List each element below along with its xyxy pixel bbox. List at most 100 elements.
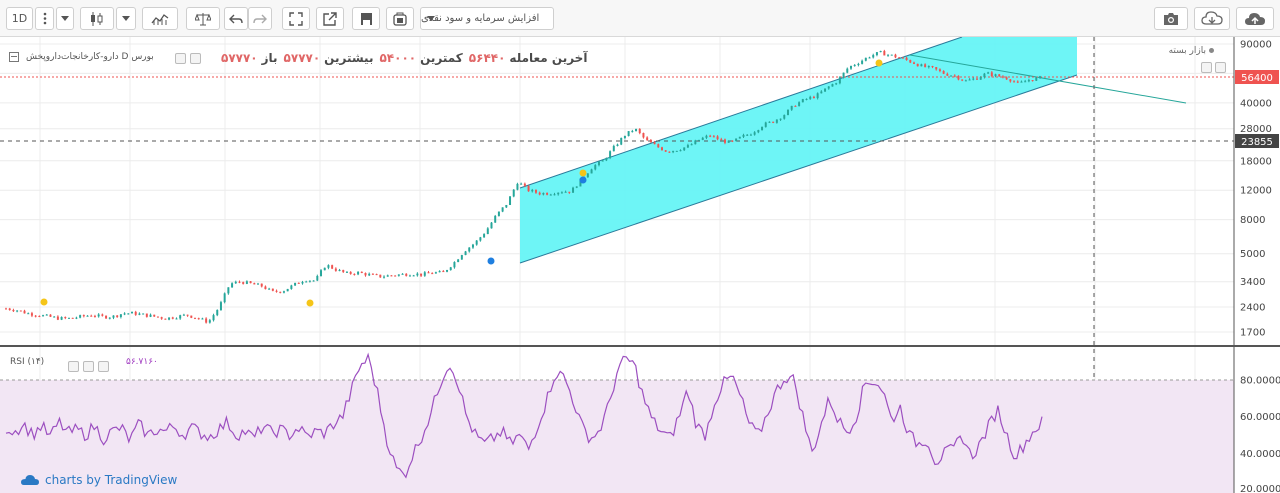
candle-body	[423, 272, 426, 276]
interval-button[interactable]: 1D	[6, 7, 33, 30]
top-toolbar: 1D افزایش سرمایه و سود نقدی	[0, 0, 1280, 37]
candle-body	[779, 118, 782, 120]
candle-body	[812, 96, 815, 99]
interval-dropdown-button[interactable]	[56, 7, 74, 30]
candle-body	[212, 315, 215, 321]
candle-body	[42, 315, 45, 317]
candle-body	[1001, 76, 1004, 78]
candle-body	[464, 251, 467, 256]
candle-body	[79, 315, 82, 318]
chart-style-button[interactable]	[80, 7, 114, 30]
chart-canvas[interactable]: 9000060000400002800018000120008000500034…	[0, 37, 1280, 493]
chart-style-dropdown[interactable]	[116, 7, 136, 30]
candle-body	[831, 84, 834, 87]
candle-body	[946, 73, 949, 76]
save-button[interactable]	[352, 7, 380, 30]
candle-body	[371, 273, 374, 275]
open-label: باز	[261, 51, 278, 65]
candle-body	[820, 91, 823, 94]
legend-collapse-toggle[interactable]	[9, 52, 19, 62]
candle-body	[357, 271, 360, 275]
candle-body	[145, 313, 148, 317]
candle-body	[90, 315, 93, 317]
caret-down-icon	[61, 16, 69, 21]
fullscreen-button[interactable]	[282, 7, 310, 30]
cloud-download-button[interactable]	[1194, 7, 1230, 30]
candle-body	[523, 183, 526, 186]
save-icon	[360, 12, 372, 25]
candle-body	[835, 83, 838, 85]
candle-body	[649, 139, 652, 143]
candle-body	[131, 311, 134, 314]
vertical-dots-icon	[43, 12, 46, 25]
indicators-button[interactable]	[142, 7, 178, 30]
close-icon[interactable]	[98, 361, 109, 372]
cloud-upload-button[interactable]	[1236, 7, 1274, 30]
candle-body	[898, 57, 901, 59]
dividend-marker[interactable]	[40, 298, 48, 306]
candle-body	[968, 79, 971, 81]
candle-body	[920, 64, 923, 67]
capital-increase-marker[interactable]	[579, 176, 587, 184]
open-external-button[interactable]	[316, 7, 344, 30]
dividend-marker[interactable]	[579, 169, 587, 177]
candle-body	[216, 310, 219, 316]
caret-down-icon	[122, 16, 130, 21]
candle-body	[942, 70, 945, 74]
candle-body	[890, 54, 893, 56]
dividend-marker[interactable]	[875, 59, 883, 67]
candle-body	[12, 309, 15, 312]
capital-increase-marker[interactable]	[487, 257, 495, 265]
candle-body	[586, 173, 589, 178]
rsi-title: RSI (۱۴)	[10, 357, 45, 367]
candle-body	[475, 240, 478, 245]
candle-body	[331, 265, 334, 269]
dividend-marker[interactable]	[306, 299, 314, 307]
candle-body	[627, 131, 630, 137]
candle-body	[249, 281, 252, 284]
last-label: آخرین معامله	[509, 51, 588, 65]
candle-body	[257, 283, 260, 285]
candle-body	[1035, 77, 1038, 81]
eye-icon[interactable]	[68, 361, 79, 372]
snapshot-button[interactable]	[1154, 7, 1188, 30]
candle-body	[149, 314, 152, 317]
tradingview-branding[interactable]: charts by TradingView	[20, 473, 177, 487]
high-label: بیشترین	[324, 51, 374, 65]
candle-body	[931, 66, 934, 68]
candle-body	[501, 207, 504, 212]
candle-body	[527, 185, 530, 192]
load-layout-button[interactable]	[386, 7, 414, 30]
candle-body	[116, 315, 119, 318]
settings-icon[interactable]	[190, 53, 201, 64]
candle-body	[635, 128, 638, 132]
candle-body	[701, 137, 704, 140]
candle-body	[846, 68, 849, 73]
compare-button[interactable]	[186, 7, 220, 30]
candle-body	[190, 315, 193, 318]
candle-body	[1013, 81, 1016, 83]
candle-body	[75, 317, 78, 319]
candle-body	[612, 145, 615, 152]
candle-body	[1016, 81, 1019, 83]
eye-icon[interactable]	[175, 53, 186, 64]
parallel-channel-drawing[interactable]	[520, 37, 1077, 263]
strategy-dropdown[interactable]: افزایش سرمایه و سود نقدی	[420, 7, 554, 30]
external-link-icon	[323, 11, 337, 26]
undo-button[interactable]	[224, 7, 248, 30]
arrow-down-icon[interactable]	[1215, 62, 1226, 73]
candle-body	[516, 183, 519, 190]
more-options-button[interactable]	[35, 7, 54, 30]
indicators-icon	[151, 13, 169, 25]
candle-body	[353, 273, 356, 275]
candle-body	[809, 96, 812, 99]
candle-body	[672, 150, 675, 153]
arrow-up-icon[interactable]	[1201, 62, 1212, 73]
candle-body	[757, 130, 760, 133]
candle-body	[864, 57, 867, 61]
candle-body	[182, 314, 185, 316]
candle-body	[449, 267, 452, 271]
redo-button[interactable]	[248, 7, 272, 30]
settings-icon[interactable]	[83, 361, 94, 372]
candle-body	[827, 86, 830, 89]
